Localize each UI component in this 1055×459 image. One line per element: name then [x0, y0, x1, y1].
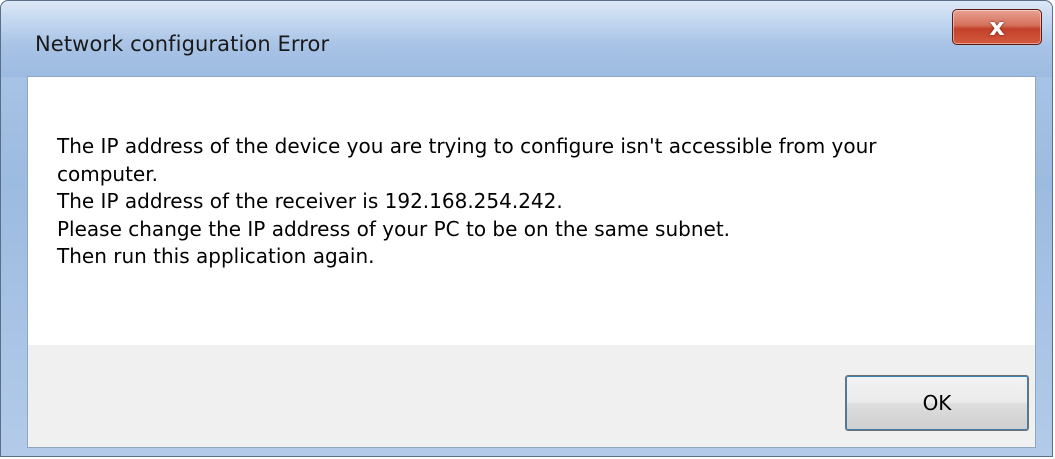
close-button[interactable]: x — [952, 9, 1042, 45]
message-line: Please change the IP address of your PC … — [57, 216, 731, 241]
close-icon: x — [989, 13, 1005, 41]
dialog-title: Network configuration Error — [35, 32, 330, 56]
message-line: computer. — [57, 161, 158, 186]
button-bar: OK — [28, 345, 1035, 447]
error-message: The IP address of the device you are try… — [57, 133, 997, 271]
dialog-window: Network configuration Error x The IP add… — [0, 0, 1053, 457]
message-area: The IP address of the device you are try… — [28, 77, 1035, 345]
message-line: The IP address of the device you are try… — [57, 134, 877, 158]
dialog-content: The IP address of the device you are try… — [27, 76, 1036, 448]
message-line: The IP address of the receiver is 192.16… — [57, 189, 563, 213]
message-line: Then run this application again. — [57, 244, 375, 268]
ok-button[interactable]: OK — [845, 375, 1029, 431]
title-bar[interactable]: Network configuration Error x — [1, 1, 1052, 77]
